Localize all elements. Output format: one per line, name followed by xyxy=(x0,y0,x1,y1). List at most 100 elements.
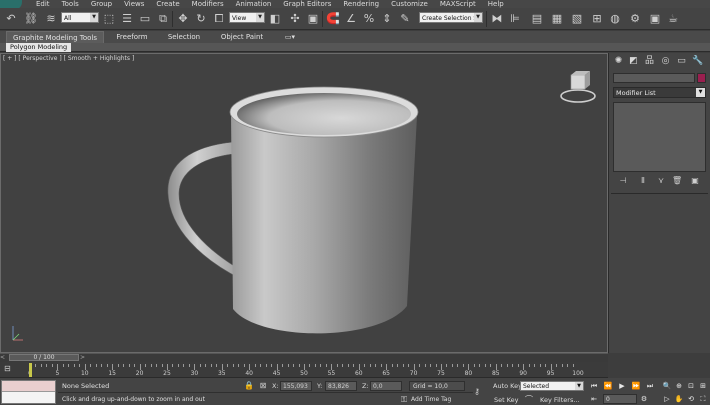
menu-tools[interactable]: Tools xyxy=(56,0,85,8)
z-coordinate-field[interactable]: 0,0 xyxy=(370,381,402,391)
go-to-end-icon[interactable]: ⏭ xyxy=(645,381,655,391)
rendered-frame-icon[interactable]: ▣ xyxy=(648,12,662,26)
zoom-extents-icon[interactable]: ⊡ xyxy=(686,381,696,391)
object-name-input[interactable] xyxy=(613,73,695,83)
bind-spacewarp-icon[interactable]: ≋ xyxy=(44,12,58,26)
render-icon[interactable]: ☕ xyxy=(666,12,680,26)
rect-selection-icon[interactable]: ▭ xyxy=(138,12,152,26)
time-slider-handle[interactable]: 0 / 100 xyxy=(9,354,79,361)
current-frame-field[interactable]: 0 xyxy=(603,394,637,404)
display-tab-icon[interactable]: ▭ xyxy=(676,56,687,67)
show-end-result-icon[interactable]: Ⅱ xyxy=(638,176,648,186)
snap-toggle-icon[interactable]: 🧲 xyxy=(326,12,340,26)
move-icon[interactable]: ✥ xyxy=(176,12,190,26)
time-tag-icon[interactable]: ⚿ xyxy=(399,395,409,405)
material-editor-icon[interactable]: ◍ xyxy=(608,12,622,26)
track-filter-icon[interactable]: ⊟ xyxy=(4,364,16,374)
zoom-extents-all-icon[interactable]: ⊞ xyxy=(698,381,708,391)
align-icon[interactable]: ⊫ xyxy=(508,12,522,26)
key-filters-button[interactable]: Key Filters... xyxy=(540,396,580,404)
selection-filter-dropdown[interactable]: All ▼ xyxy=(61,12,99,23)
menu-edit[interactable]: Edit xyxy=(30,0,56,8)
mirror-icon[interactable]: ⧓ xyxy=(490,12,504,26)
pin-stack-icon[interactable]: ⊣ xyxy=(618,176,628,186)
utilities-tab-icon[interactable]: 🔧 xyxy=(692,56,703,67)
maxscript-listener[interactable] xyxy=(1,380,56,404)
key-mode-dropdown[interactable]: Selected ▼ xyxy=(520,381,584,391)
modifier-list-dropdown[interactable]: Modifier List ▼ xyxy=(613,87,706,98)
rotate-icon[interactable]: ↻ xyxy=(194,12,208,26)
link-icon[interactable]: ⛓ xyxy=(24,12,38,26)
window-crossing-icon[interactable]: ⧉ xyxy=(156,12,170,26)
undo-icon[interactable]: ↶ xyxy=(4,12,18,26)
key-icon[interactable]: ⚷ xyxy=(472,387,482,397)
select-by-name-icon[interactable]: ☰ xyxy=(120,12,134,26)
object-color-swatch[interactable] xyxy=(697,73,706,83)
go-to-start-icon[interactable]: ⏮ xyxy=(589,381,599,391)
key-mode-toggle-icon[interactable]: ⌒ xyxy=(524,395,534,405)
key-mode-icon[interactable]: ⇤ xyxy=(589,394,599,404)
layer-manager-icon[interactable]: ▤ xyxy=(530,12,544,26)
create-tab-icon[interactable]: ✺ xyxy=(613,56,624,67)
tab-object-paint[interactable]: Object Paint xyxy=(218,31,266,43)
set-key-button[interactable]: Set Key xyxy=(494,396,519,404)
absolute-transform-icon[interactable]: ⊠ xyxy=(258,381,268,391)
field-of-view-icon[interactable]: ▷ xyxy=(662,394,672,404)
next-frame-icon[interactable]: ⏩ xyxy=(631,381,641,391)
current-frame-marker[interactable] xyxy=(29,363,32,377)
zoom-icon[interactable]: 🔍 xyxy=(662,381,672,391)
ribbon-options-icon[interactable]: ▭▾ xyxy=(282,31,298,43)
named-selection-dropdown[interactable]: Create Selection Se ▼ xyxy=(419,12,483,23)
pivot-center-icon[interactable]: ◧ xyxy=(268,12,282,26)
curve-editor-icon[interactable]: ▧ xyxy=(570,12,584,26)
reference-coord-dropdown[interactable]: View ▼ xyxy=(229,12,265,23)
manipulate-icon[interactable]: ✣ xyxy=(288,12,302,26)
select-object-icon[interactable]: ⬚ xyxy=(102,12,116,26)
app-logo-icon[interactable] xyxy=(0,0,22,8)
previous-frame-icon[interactable]: ⏪ xyxy=(603,381,613,391)
scale-icon[interactable]: ⧠ xyxy=(212,12,226,26)
perspective-viewport[interactable] xyxy=(0,53,608,353)
modify-tab-icon[interactable]: ◩ xyxy=(628,56,639,67)
make-unique-icon[interactable]: ⋎ xyxy=(656,176,666,186)
time-config-icon[interactable]: ⚙ xyxy=(639,394,649,404)
render-setup-icon[interactable]: ⚙ xyxy=(628,12,642,26)
tab-freeform[interactable]: Freeform xyxy=(112,31,152,43)
remove-modifier-icon[interactable]: 🗑 xyxy=(672,176,682,186)
tab-graphite-modeling-tools[interactable]: Graphite Modeling Tools xyxy=(6,31,104,43)
lock-selection-icon[interactable]: 🔒 xyxy=(244,381,254,391)
time-slider[interactable] xyxy=(0,353,608,362)
time-prev-button[interactable]: < xyxy=(0,354,7,361)
x-coordinate-field[interactable]: 155,093 xyxy=(280,381,312,391)
graphite-toggle-icon[interactable]: ▦ xyxy=(550,12,564,26)
modifier-stack[interactable] xyxy=(613,102,706,172)
time-next-button[interactable]: > xyxy=(80,354,87,361)
tab-selection[interactable]: Selection xyxy=(164,31,204,43)
maximize-viewport-icon[interactable]: ⛶ xyxy=(698,394,708,404)
hierarchy-tab-icon[interactable]: 品 xyxy=(644,56,655,67)
keyboard-shortcut-icon[interactable]: ▣ xyxy=(306,12,320,26)
menu-modifiers[interactable]: Modifiers xyxy=(186,0,230,8)
zoom-all-icon[interactable]: ⊕ xyxy=(674,381,684,391)
pan-view-icon[interactable]: ✋ xyxy=(674,394,684,404)
menu-help[interactable]: Help xyxy=(482,0,510,8)
menu-maxscript[interactable]: MAXScript xyxy=(434,0,482,8)
polygon-modeling-panel[interactable]: Polygon Modeling xyxy=(6,43,72,52)
menu-customize[interactable]: Customize xyxy=(385,0,434,8)
orbit-icon[interactable]: ⟲ xyxy=(686,394,696,404)
menu-animation[interactable]: Animation xyxy=(230,0,278,8)
motion-tab-icon[interactable]: ◎ xyxy=(660,56,671,67)
spinner-snap-icon[interactable]: ⇕ xyxy=(380,12,394,26)
y-coordinate-field[interactable]: 83,826 xyxy=(325,381,357,391)
menu-rendering[interactable]: Rendering xyxy=(337,0,385,8)
configure-sets-icon[interactable]: ▣ xyxy=(690,176,700,186)
viewport-label[interactable]: [ + ] [ Perspective ] [ Smooth + Highlig… xyxy=(3,55,134,62)
menu-create[interactable]: Create xyxy=(150,0,185,8)
menu-group[interactable]: Group xyxy=(85,0,118,8)
add-time-tag-button[interactable]: Add Time Tag xyxy=(411,396,451,403)
angle-snap-icon[interactable]: ∠ xyxy=(344,12,358,26)
play-icon[interactable]: ▶ xyxy=(617,381,627,391)
percent-snap-icon[interactable]: % xyxy=(362,12,376,26)
menu-graph-editors[interactable]: Graph Editors xyxy=(277,0,337,8)
menu-views[interactable]: Views xyxy=(118,0,150,8)
